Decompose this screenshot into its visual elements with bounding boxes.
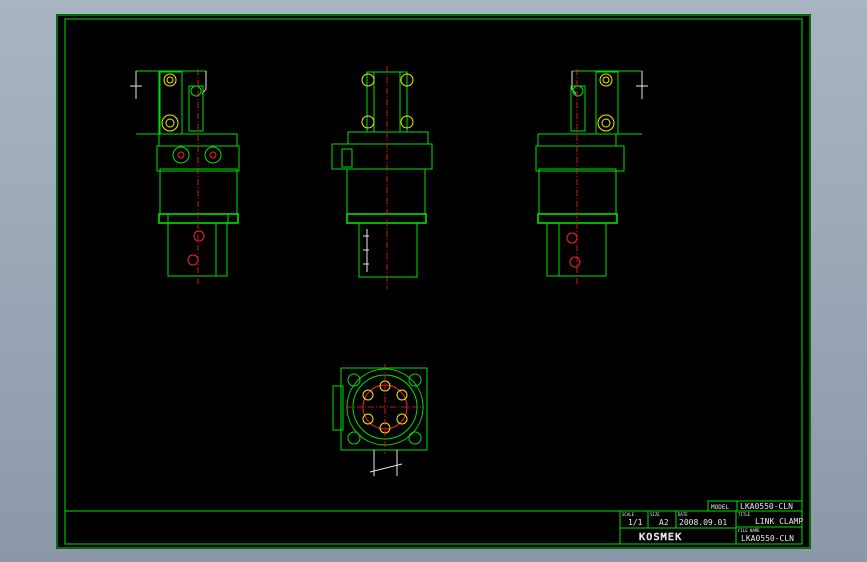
front-view [130,69,240,284]
top-view [332,364,428,476]
size-label: SIZE [650,512,660,517]
cad-drawing: MODEL LKA0550-CLN TITLE LINK CLAMP SCALE… [56,14,811,549]
scale-value: 1/1 [628,518,643,527]
date-value: 2008.09.01 [679,518,727,527]
title-block: MODEL LKA0550-CLN TITLE LINK CLAMP SCALE… [619,500,803,545]
title-label: TITLE [738,512,751,517]
title-value: LINK CLAMP [755,517,803,526]
model-label: MODEL [711,504,729,511]
file-name-value: LKA0550-CLN [741,534,794,543]
outer-border [56,14,811,549]
size-value: A2 [659,518,669,527]
drawing-sheet: MODEL LKA0550-CLN TITLE LINK CLAMP SCALE… [56,14,811,549]
scale-label: SCALE [622,512,635,517]
file-name-label: FILE NAME [738,528,760,533]
date-label: DATE [678,512,688,517]
company-logo: KOSMEK [639,532,682,543]
side-view [331,66,433,289]
model-value: LKA0550-CLN [740,502,793,511]
rear-view [535,69,648,284]
inner-border [64,18,803,545]
